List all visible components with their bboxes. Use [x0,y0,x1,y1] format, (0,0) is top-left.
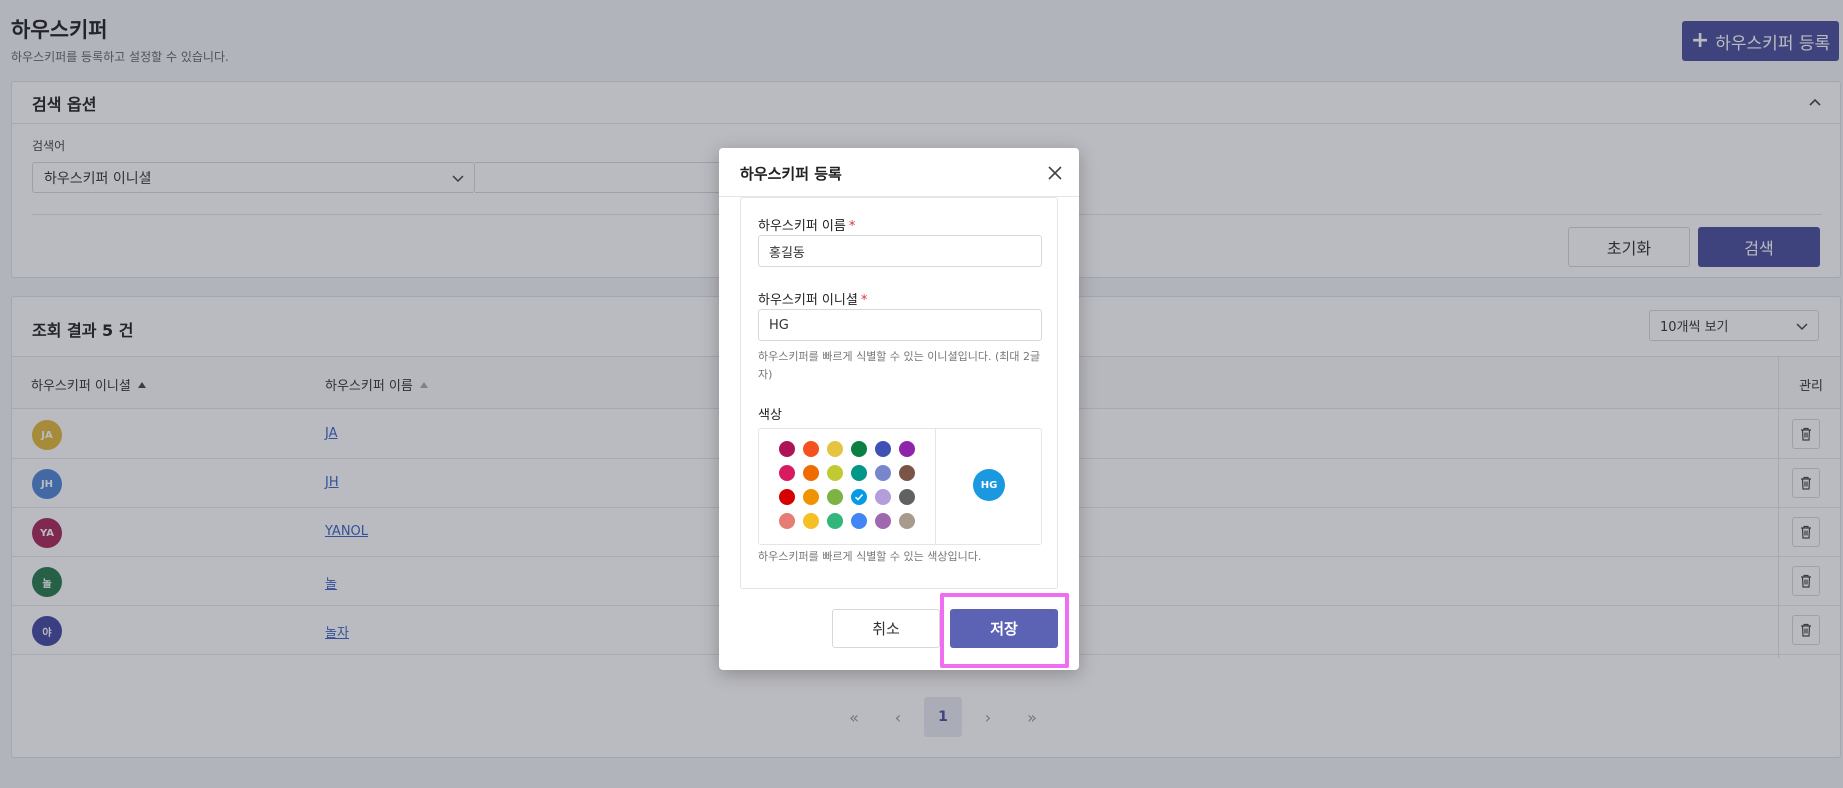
color-swatch[interactable] [827,489,843,505]
check-icon [854,493,864,501]
color-swatch[interactable] [803,513,819,529]
register-housekeeper-modal: 하우스키퍼 등록 하우스키퍼 이름 * 홍길동 하우스키퍼 이니셜 * HG 하우스… [719,148,1079,670]
color-swatch[interactable] [779,465,795,481]
color-swatch[interactable] [875,465,891,481]
color-swatch[interactable] [803,465,819,481]
divider [935,429,936,544]
color-swatch[interactable] [779,441,795,457]
color-swatch[interactable] [851,489,867,505]
color-swatch[interactable] [899,489,915,505]
color-swatch[interactable] [827,465,843,481]
color-swatch-grid [779,441,915,529]
color-swatch[interactable] [779,513,795,529]
color-swatch[interactable] [875,513,891,529]
required-mark: * [860,293,868,308]
color-swatch[interactable] [875,489,891,505]
color-help-text: 하우스키퍼를 빠르게 식별할 수 있는 색상입니다. [758,550,982,563]
color-swatch[interactable] [899,441,915,457]
color-swatch[interactable] [875,441,891,457]
color-swatch[interactable] [803,441,819,457]
color-swatch[interactable] [779,489,795,505]
color-swatch[interactable] [827,513,843,529]
modal-title: 하우스키퍼 등록 [740,165,842,183]
color-swatch[interactable] [827,441,843,457]
color-preview-avatar: HG [973,469,1005,501]
housekeeper-page: 하우스키퍼 하우스키퍼를 등록하고 설정할 수 있습니다. + 하우스키퍼 등록… [0,0,1843,788]
initial-help-text: 하우스키퍼를 빠르게 식별할 수 있는 이니셜입니다. (최대 2글자) [758,350,1041,381]
close-icon[interactable] [1046,164,1064,182]
name-input[interactable]: 홍길동 [758,235,1042,267]
color-swatch[interactable] [899,465,915,481]
color-swatch[interactable] [851,441,867,457]
name-field-label: 하우스키퍼 이름 * [758,219,856,234]
cancel-button[interactable]: 취소 [832,609,940,648]
save-button[interactable]: 저장 [950,609,1058,648]
initial-input[interactable]: HG [758,309,1042,341]
color-field-label: 색상 [758,408,782,423]
color-picker: HG [758,428,1042,545]
color-swatch[interactable] [851,465,867,481]
required-mark: * [848,219,856,234]
initial-field-label: 하우스키퍼 이니셜 * [758,293,868,308]
housekeeper-form: 하우스키퍼 이름 * 홍길동 하우스키퍼 이니셜 * HG 하우스키퍼를 빠르게 식… [740,197,1058,589]
color-swatch[interactable] [803,489,819,505]
color-swatch[interactable] [851,513,867,529]
color-swatch[interactable] [899,513,915,529]
